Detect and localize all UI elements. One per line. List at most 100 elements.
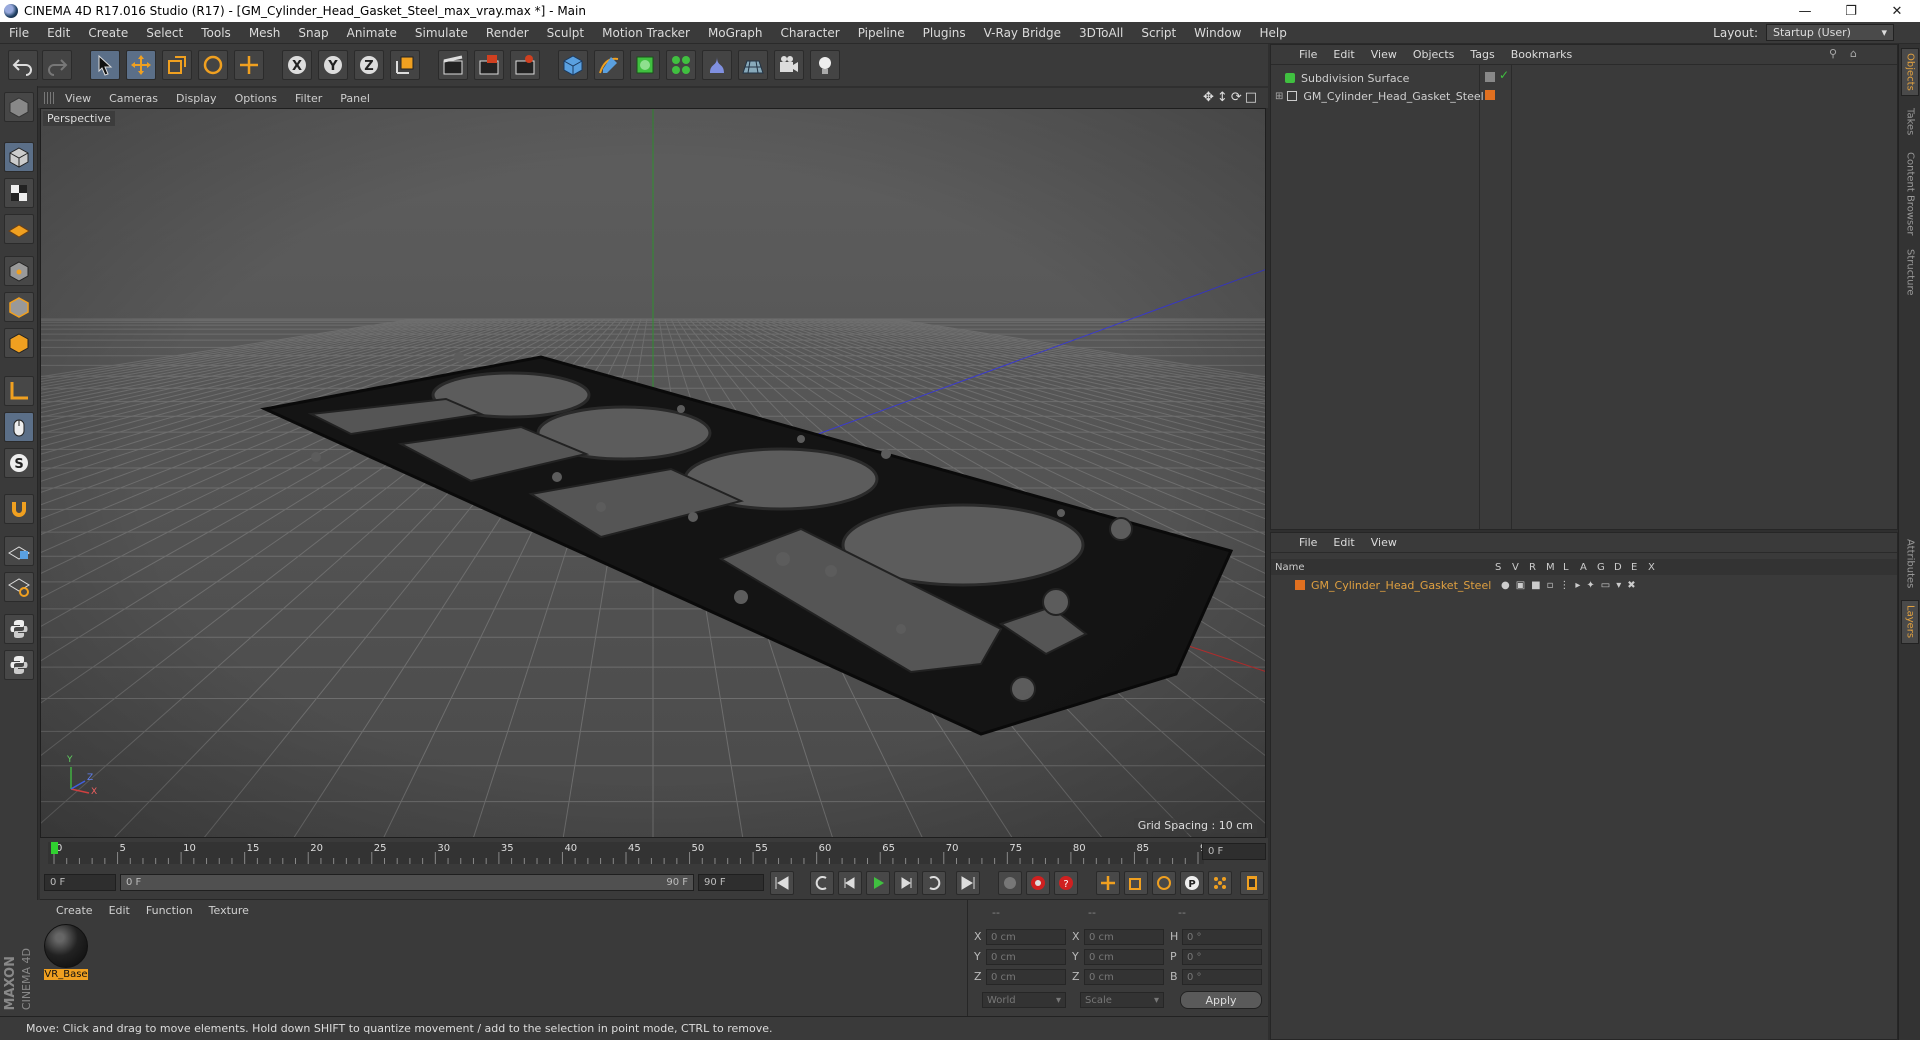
render-settings-button[interactable] <box>510 50 540 80</box>
menu-mograph[interactable]: MoGraph <box>699 26 772 40</box>
key-rotation-button[interactable] <box>1152 871 1176 895</box>
go-to-start-button[interactable] <box>770 871 794 895</box>
record-active-objects-button[interactable] <box>1026 871 1050 895</box>
menu-file[interactable]: File <box>0 26 38 40</box>
light-button[interactable] <box>810 50 840 80</box>
viewport-menu-filter[interactable]: Filter <box>286 92 331 105</box>
viewport-menu-panel[interactable]: Panel <box>331 92 379 105</box>
menu-window[interactable]: Window <box>1185 26 1250 40</box>
z-axis-lock-button[interactable]: Z <box>354 50 384 80</box>
rotate-tool-button[interactable] <box>198 50 228 80</box>
workplane-lock-button[interactable] <box>4 536 34 566</box>
viewport-menu-display[interactable]: Display <box>167 92 226 105</box>
motion-path-button[interactable] <box>998 871 1022 895</box>
tab-attributes[interactable]: Attributes <box>1901 532 1919 596</box>
menu-script[interactable]: Script <box>1132 26 1185 40</box>
layers-menu-view[interactable]: View <box>1363 536 1405 549</box>
objects-search-icon[interactable]: ⚲ <box>1829 47 1837 60</box>
scale-tool-button[interactable] <box>162 50 192 80</box>
close-icon[interactable]: ✕ <box>1874 0 1920 22</box>
floor-environment-button[interactable] <box>738 50 768 80</box>
menu-plugins[interactable]: Plugins <box>914 26 975 40</box>
menu-animate[interactable]: Animate <box>338 26 406 40</box>
coordinate-mode-select[interactable]: World ▾ <box>982 992 1066 1008</box>
menu-simulate[interactable]: Simulate <box>406 26 477 40</box>
objects-menu-bookmarks[interactable]: Bookmarks <box>1503 48 1580 61</box>
render-view-button[interactable] <box>438 50 468 80</box>
restore-icon[interactable]: ❐ <box>1828 0 1874 22</box>
size-z-field[interactable]: 0 cm <box>1084 969 1164 985</box>
layer-toggle-icons[interactable]: ●▣■▫⋮▸✦▭▾✖ <box>1501 580 1642 591</box>
spline-pen-button[interactable] <box>594 50 624 80</box>
objects-menu-file[interactable]: File <box>1291 48 1325 61</box>
menu-sculpt[interactable]: Sculpt <box>538 26 593 40</box>
material-menu-create[interactable]: Create <box>48 904 101 917</box>
menu-3dtoall[interactable]: 3DToAll <box>1070 26 1132 40</box>
next-key-button[interactable] <box>922 871 946 895</box>
material-swatch[interactable]: VR_Base <box>44 924 88 982</box>
subdivision-enable-toggle[interactable] <box>1485 72 1495 82</box>
layer-row[interactable]: GM_Cylinder_Head_Gasket_Steel ●▣■▫⋮▸✦▭▾✖ <box>1271 577 1897 593</box>
layers-menu-file[interactable]: File <box>1291 536 1325 549</box>
menu-tools[interactable]: Tools <box>192 26 240 40</box>
camera-button[interactable] <box>774 50 804 80</box>
start-frame-field[interactable]: 0 F <box>44 874 116 891</box>
coordinate-system-button[interactable] <box>390 50 420 80</box>
model-mode-button[interactable] <box>4 142 34 172</box>
perspective-viewport[interactable]: Y Z X Perspective Grid Spacing : 10 cm <box>40 108 1266 838</box>
material-menu-edit[interactable]: Edit <box>101 904 138 917</box>
menu-render[interactable]: Render <box>477 26 538 40</box>
timeline-ruler[interactable]: 051015202530354045505560657075808590 0 F <box>40 838 1268 866</box>
go-to-end-button[interactable] <box>956 871 980 895</box>
previous-frame-button[interactable] <box>838 871 862 895</box>
layer-color-swatch[interactable] <box>1295 580 1305 590</box>
object-row-gasket[interactable]: ⊞ GM_Cylinder_Head_Gasket_Steel <box>1275 87 1484 105</box>
menu-mesh[interactable]: Mesh <box>240 26 290 40</box>
size-x-field[interactable]: 0 cm <box>1084 929 1164 945</box>
viewport-menu-cameras[interactable]: Cameras <box>100 92 167 105</box>
previous-key-button[interactable] <box>810 871 834 895</box>
apply-button[interactable]: Apply <box>1180 991 1262 1009</box>
make-editable-button[interactable] <box>4 92 34 122</box>
gasket-layer-color-swatch[interactable] <box>1485 90 1495 100</box>
python-script-button[interactable] <box>4 614 34 644</box>
magnet-button[interactable] <box>4 494 34 524</box>
edges-mode-button[interactable] <box>4 292 34 322</box>
key-scale-button[interactable] <box>1124 871 1148 895</box>
subdivision-generator-button[interactable] <box>630 50 660 80</box>
tweak-mode-button[interactable] <box>4 412 34 442</box>
render-picture-viewer-button[interactable] <box>474 50 504 80</box>
size-mode-select[interactable]: Scale ▾ <box>1080 992 1164 1008</box>
material-menu-texture[interactable]: Texture <box>201 904 257 917</box>
viewport-menu-view[interactable]: View <box>56 92 100 105</box>
key-pla-button[interactable] <box>1208 871 1232 895</box>
layout-dropdown[interactable]: Startup (User) ▾ <box>1766 24 1894 41</box>
tab-takes[interactable]: Takes <box>1901 102 1919 142</box>
live-selection-button[interactable] <box>90 50 120 80</box>
menu-create[interactable]: Create <box>79 26 137 40</box>
viewport-menu-options[interactable]: Options <box>226 92 286 105</box>
autokeying-button[interactable]: ? <box>1054 871 1078 895</box>
key-parameter-button[interactable]: P <box>1180 871 1204 895</box>
menu-motion-tracker[interactable]: Motion Tracker <box>593 26 699 40</box>
objects-menu-edit[interactable]: Edit <box>1325 48 1362 61</box>
menu-snap[interactable]: Snap <box>289 26 337 40</box>
objects-menu-view[interactable]: View <box>1363 48 1405 61</box>
minimize-icon[interactable]: — <box>1782 0 1828 22</box>
frame-range-slider[interactable]: 0 F 90 F <box>120 874 694 891</box>
menu-help[interactable]: Help <box>1250 26 1295 40</box>
material-menu-function[interactable]: Function <box>138 904 201 917</box>
layers-menu-edit[interactable]: Edit <box>1325 536 1362 549</box>
deformer-button[interactable] <box>702 50 732 80</box>
workplane-align-button[interactable] <box>4 572 34 602</box>
expand-plus-icon[interactable]: ⊞ <box>1275 91 1283 102</box>
python-script-2-button[interactable] <box>4 650 34 680</box>
key-position-button[interactable] <box>1096 871 1120 895</box>
redo-button[interactable] <box>42 50 72 80</box>
snapping-button[interactable]: S <box>4 448 34 478</box>
checkmark-icon[interactable]: ✓ <box>1499 68 1509 82</box>
transform-tool-button[interactable] <box>234 50 264 80</box>
current-frame-field[interactable]: 0 F <box>1202 843 1266 860</box>
menu-vray-bridge[interactable]: V-Ray Bridge <box>975 26 1070 40</box>
menu-character[interactable]: Character <box>771 26 848 40</box>
